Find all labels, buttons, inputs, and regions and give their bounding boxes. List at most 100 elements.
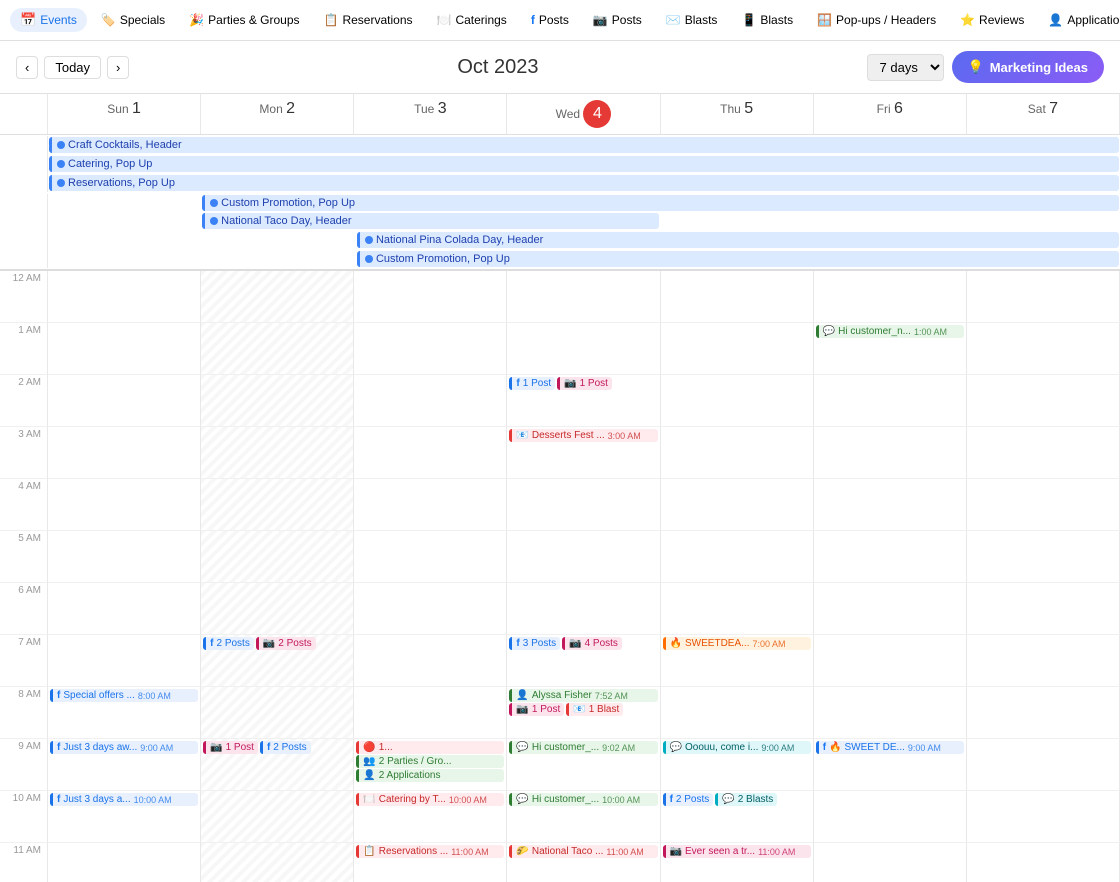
- event-wed-8am-fisher[interactable]: 👤 Alyssa Fisher 7:52 AM: [509, 689, 657, 702]
- cell-sat-12am[interactable]: [967, 271, 1120, 323]
- tab-reviews[interactable]: ⭐ Reviews: [950, 9, 1034, 31]
- banner-catering-popup[interactable]: Catering, Pop Up: [49, 156, 1119, 172]
- today-button[interactable]: Today: [44, 56, 101, 79]
- event-fri-1am[interactable]: 💬 Hi customer_n... 1:00 AM: [816, 325, 964, 338]
- tab-reservations[interactable]: 📋 Reservations: [314, 9, 423, 31]
- cell-sun-9am[interactable]: f Just 3 days aw... 9:00 AM: [48, 739, 201, 791]
- cell-fri-2am[interactable]: [814, 375, 967, 427]
- cell-fri-9am[interactable]: f 🔥 SWEET DE... 9:00 AM: [814, 739, 967, 791]
- cell-sun-2am[interactable]: [48, 375, 201, 427]
- cell-sun-12am[interactable]: [48, 271, 201, 323]
- cell-thu-11am[interactable]: 📷 Ever seen a tr... 11:00 AM: [661, 843, 814, 882]
- tab-applications[interactable]: 👤 Applications: [1038, 9, 1120, 31]
- cell-thu-1am[interactable]: [661, 323, 814, 375]
- event-tue-9am-apps[interactable]: 👤 2 Applications: [356, 769, 504, 782]
- cell-mon-1am[interactable]: [201, 323, 354, 375]
- cell-fri-10am[interactable]: [814, 791, 967, 843]
- cell-mon-12am[interactable]: [201, 271, 354, 323]
- banner-reservations-popup[interactable]: Reservations, Pop Up: [49, 175, 1119, 191]
- cell-mon-4am[interactable]: [201, 479, 354, 531]
- event-sun-9am[interactable]: f Just 3 days aw... 9:00 AM: [50, 741, 198, 754]
- tab-blasts-sms[interactable]: 📱 Blasts: [731, 9, 803, 31]
- cell-tue-3am[interactable]: [354, 427, 507, 479]
- event-thu-9am[interactable]: 💬 Ooouu, come i... 9:00 AM: [663, 741, 811, 754]
- cell-thu-3am[interactable]: [661, 427, 814, 479]
- cell-fri-7am[interactable]: [814, 635, 967, 687]
- prev-button[interactable]: ‹: [16, 56, 38, 79]
- cell-sat-6am[interactable]: [967, 583, 1120, 635]
- cell-fri-1am[interactable]: 💬 Hi customer_n... 1:00 AM: [814, 323, 967, 375]
- cell-fri-4am[interactable]: [814, 479, 967, 531]
- cell-fri-11am[interactable]: [814, 843, 967, 882]
- cell-sat-5am[interactable]: [967, 531, 1120, 583]
- event-tue-11am[interactable]: 📋 Reservations ... 11:00 AM: [356, 845, 504, 858]
- cell-tue-1am[interactable]: [354, 323, 507, 375]
- tab-posts-ig[interactable]: 📷 Posts: [583, 9, 652, 31]
- cell-tue-11am[interactable]: 📋 Reservations ... 11:00 AM: [354, 843, 507, 882]
- cell-tue-2am[interactable]: [354, 375, 507, 427]
- banner-custom-promo[interactable]: Custom Promotion, Pop Up: [202, 195, 1119, 211]
- event-mon-9am-fb[interactable]: f 2 Posts: [260, 741, 311, 754]
- days-select[interactable]: 7 days: [867, 54, 944, 81]
- event-mon-9am-ig[interactable]: 📷 1 Post: [203, 741, 258, 754]
- event-tue-9am-1[interactable]: 🔴 1...: [356, 741, 504, 754]
- cell-tue-12am[interactable]: [354, 271, 507, 323]
- cell-thu-9am[interactable]: 💬 Ooouu, come i... 9:00 AM: [661, 739, 814, 791]
- cell-mon-11am[interactable]: [201, 843, 354, 882]
- tab-popups[interactable]: 🪟 Pop-ups / Headers: [807, 9, 946, 31]
- cell-sun-7am[interactable]: [48, 635, 201, 687]
- tab-parties[interactable]: 🎉 Parties & Groups: [179, 9, 309, 31]
- cell-thu-10am[interactable]: f 2 Posts 💬 2 Blasts: [661, 791, 814, 843]
- cell-mon-7am[interactable]: f 2 Posts 📷 2 Posts: [201, 635, 354, 687]
- event-wed-2am-fb[interactable]: f 1 Post: [509, 377, 555, 390]
- cell-sun-6am[interactable]: [48, 583, 201, 635]
- cell-mon-5am[interactable]: [201, 531, 354, 583]
- cell-mon-2am[interactable]: [201, 375, 354, 427]
- cell-wed-12am[interactable]: [507, 271, 660, 323]
- cell-sat-2am[interactable]: [967, 375, 1120, 427]
- cell-fri-12am[interactable]: [814, 271, 967, 323]
- banner-taco-day[interactable]: National Taco Day, Header: [202, 213, 658, 229]
- cell-tue-8am[interactable]: [354, 687, 507, 739]
- cell-wed-2am[interactable]: f 1 Post 📷 1 Post: [507, 375, 660, 427]
- cell-fri-6am[interactable]: [814, 583, 967, 635]
- event-wed-8am-ig[interactable]: 📷 1 Post: [509, 703, 564, 716]
- event-sun-10am[interactable]: f Just 3 days a... 10:00 AM: [50, 793, 198, 806]
- cell-sat-8am[interactable]: [967, 687, 1120, 739]
- event-wed-8am-blast[interactable]: 📧 1 Blast: [566, 703, 623, 716]
- cell-mon-9am[interactable]: 📷 1 Post f 2 Posts: [201, 739, 354, 791]
- tab-caterings[interactable]: 🍽️ Caterings: [427, 9, 517, 31]
- next-button[interactable]: ›: [107, 56, 129, 79]
- event-thu-10am-fb[interactable]: f 2 Posts: [663, 793, 714, 806]
- event-tue-10am[interactable]: 🍽️ Catering by T... 10:00 AM: [356, 793, 504, 806]
- cell-wed-6am[interactable]: [507, 583, 660, 635]
- event-mon-7am-ig[interactable]: 📷 2 Posts: [256, 637, 316, 650]
- banner-craft-cocktails[interactable]: Craft Cocktails, Header: [49, 137, 1119, 153]
- cell-tue-6am[interactable]: [354, 583, 507, 635]
- tab-posts-fb[interactable]: f Posts: [521, 9, 579, 31]
- event-thu-11am[interactable]: 📷 Ever seen a tr... 11:00 AM: [663, 845, 811, 858]
- tab-blasts-email[interactable]: ✉️ Blasts: [656, 9, 728, 31]
- cell-fri-3am[interactable]: [814, 427, 967, 479]
- cell-fri-5am[interactable]: [814, 531, 967, 583]
- cell-sun-5am[interactable]: [48, 531, 201, 583]
- cell-wed-3am[interactable]: 📧 Desserts Fest ... 3:00 AM: [507, 427, 660, 479]
- event-wed-9am[interactable]: 💬 Hi customer_... 9:02 AM: [509, 741, 657, 754]
- cell-thu-7am[interactable]: 🔥 SWEETDEA... 7:00 AM: [661, 635, 814, 687]
- cell-thu-6am[interactable]: [661, 583, 814, 635]
- cell-thu-8am[interactable]: [661, 687, 814, 739]
- event-fri-9am[interactable]: f 🔥 SWEET DE... 9:00 AM: [816, 741, 964, 754]
- cell-wed-7am[interactable]: f 3 Posts 📷 4 Posts: [507, 635, 660, 687]
- event-wed-3am[interactable]: 📧 Desserts Fest ... 3:00 AM: [509, 429, 657, 442]
- event-tue-9am-parties[interactable]: 👥 2 Parties / Gro...: [356, 755, 504, 768]
- tab-specials[interactable]: 🏷️ Specials: [91, 9, 175, 31]
- cell-sat-9am[interactable]: [967, 739, 1120, 791]
- cell-sat-11am[interactable]: [967, 843, 1120, 882]
- cell-sat-7am[interactable]: [967, 635, 1120, 687]
- cell-sun-8am[interactable]: f Special offers ... 8:00 AM: [48, 687, 201, 739]
- event-wed-2am-ig[interactable]: 📷 1 Post: [557, 377, 612, 390]
- cell-thu-5am[interactable]: [661, 531, 814, 583]
- cell-wed-5am[interactable]: [507, 531, 660, 583]
- cell-thu-12am[interactable]: [661, 271, 814, 323]
- event-thu-10am-blasts[interactable]: 💬 2 Blasts: [715, 793, 777, 806]
